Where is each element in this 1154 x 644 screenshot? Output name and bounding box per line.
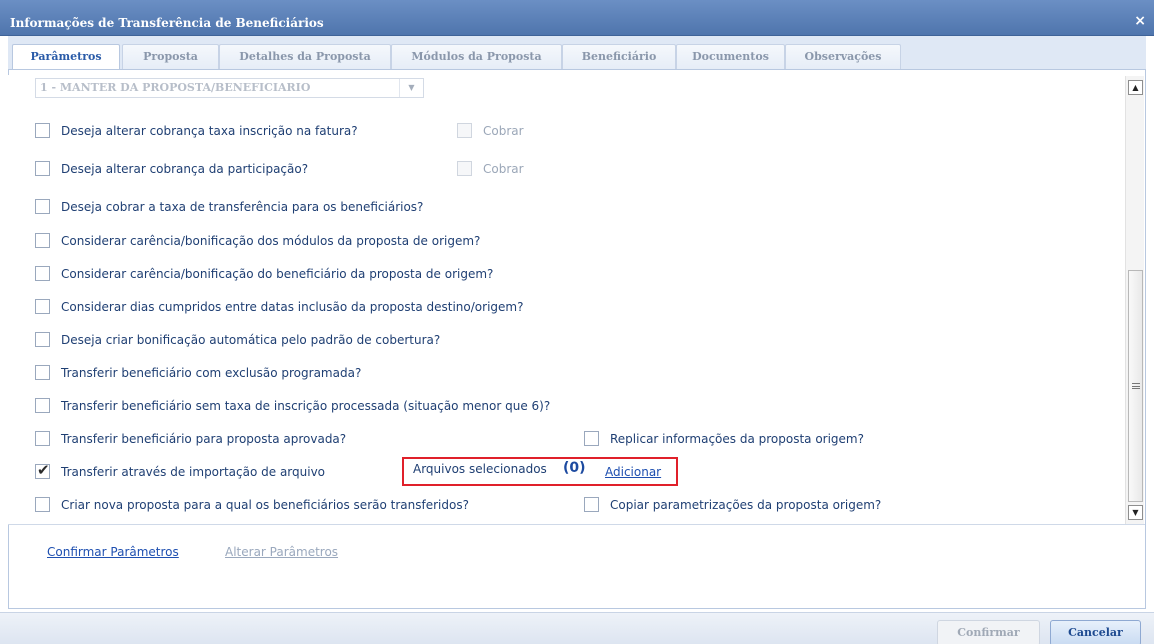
bonificacao-automatica-checkbox[interactable] [35,332,50,347]
selected-files-label: Arquivos selecionados [413,462,547,476]
scrollbar-thumb[interactable] [1128,270,1143,502]
cobrar-participacao-checkbox[interactable] [457,161,472,176]
sem-taxa-inscricao-label: Transferir beneficiário sem taxa de insc… [61,399,551,413]
carencia-beneficiario-checkbox[interactable] [35,266,50,281]
cobrar-taxa-transferencia-checkbox[interactable] [35,199,50,214]
transfer-mode-select[interactable]: 1 - MANTER DA PROPOSTA/BENEFICIARIO [35,78,424,98]
bonificacao-automatica-label: Deseja criar bonificação automática pelo… [61,333,441,347]
vertical-scrollbar[interactable]: ▲ ▼ [1125,76,1144,524]
scroll-up-icon[interactable]: ▲ [1128,80,1143,95]
window-title: Informações de Transferência de Benefici… [10,16,324,30]
cobrar-taxa-transferencia-label: Deseja cobrar a taxa de transferência pa… [61,200,424,214]
tab-beneficiario[interactable]: Beneficiário [562,44,676,69]
criar-nova-proposta-label: Criar nova proposta para a qual os benef… [61,498,469,512]
replicar-informacoes-checkbox[interactable] [584,431,599,446]
exclusao-programada-label: Transferir beneficiário com exclusão pro… [61,366,362,380]
close-icon[interactable]: × [1134,13,1146,29]
dias-cumpridos-checkbox[interactable] [35,299,50,314]
chevron-down-icon[interactable]: ▼ [399,79,423,97]
grip-icon [1132,383,1140,389]
confirm-button[interactable]: Confirmar [937,620,1040,644]
alterar-taxa-inscricao-label: Deseja alterar cobrança taxa inscrição n… [61,124,358,138]
proposta-aprovada-checkbox[interactable] [35,431,50,446]
sem-taxa-inscricao-checkbox[interactable] [35,398,50,413]
window-title-bar: Informações de Transferência de Benefici… [0,0,1154,36]
copiar-parametrizacoes-checkbox[interactable] [584,497,599,512]
change-parameters-link[interactable]: Alterar Parâmetros [225,545,338,559]
proposta-aprovada-label: Transferir beneficiário para proposta ap… [61,432,347,446]
dias-cumpridos-label: Considerar dias cumpridos entre datas in… [61,300,524,314]
check-icon: ✔ [37,461,50,479]
tab-strip: Parâmetros Proposta Detalhes da Proposta… [8,36,1146,70]
tab-proposta[interactable]: Proposta [122,44,219,69]
tab-modulos-da-proposta[interactable]: Módulos da Proposta [391,44,562,69]
importacao-arquivo-label: Transferir através de importação de arqu… [61,465,326,479]
replicar-informacoes-label: Replicar informações da proposta origem? [610,432,864,446]
alterar-participacao-label: Deseja alterar cobrança da participação? [61,162,309,176]
cancel-button[interactable]: Cancelar [1050,620,1141,644]
cobrar-participacao-label: Cobrar [483,162,524,176]
exclusao-programada-checkbox[interactable] [35,365,50,380]
add-files-link[interactable]: Adicionar [605,465,661,479]
selected-files-count: (0) [563,460,586,476]
cobrar-taxa-label: Cobrar [483,124,524,138]
confirm-parameters-link[interactable]: Confirmar Parâmetros [47,545,179,559]
alterar-taxa-inscricao-checkbox[interactable] [35,123,50,138]
carencia-beneficiario-label: Considerar carência/bonificação do benef… [61,267,494,281]
copiar-parametrizacoes-label: Copiar parametrizações da proposta orige… [610,498,882,512]
tab-detalhes-da-proposta[interactable]: Detalhes da Proposta [219,44,391,69]
tab-parametros[interactable]: Parâmetros [12,44,120,70]
cobrar-taxa-checkbox[interactable] [457,123,472,138]
importacao-arquivo-checkbox[interactable]: ✔ [35,461,50,479]
alterar-participacao-checkbox[interactable] [35,161,50,176]
tab-observacoes[interactable]: Observações [785,44,901,69]
carencia-modulos-checkbox[interactable] [35,233,50,248]
scroll-down-icon[interactable]: ▼ [1128,505,1143,520]
criar-nova-proposta-checkbox[interactable] [35,497,50,512]
carencia-modulos-label: Considerar carência/bonificação dos módu… [61,234,481,248]
tab-documentos[interactable]: Documentos [676,44,785,69]
